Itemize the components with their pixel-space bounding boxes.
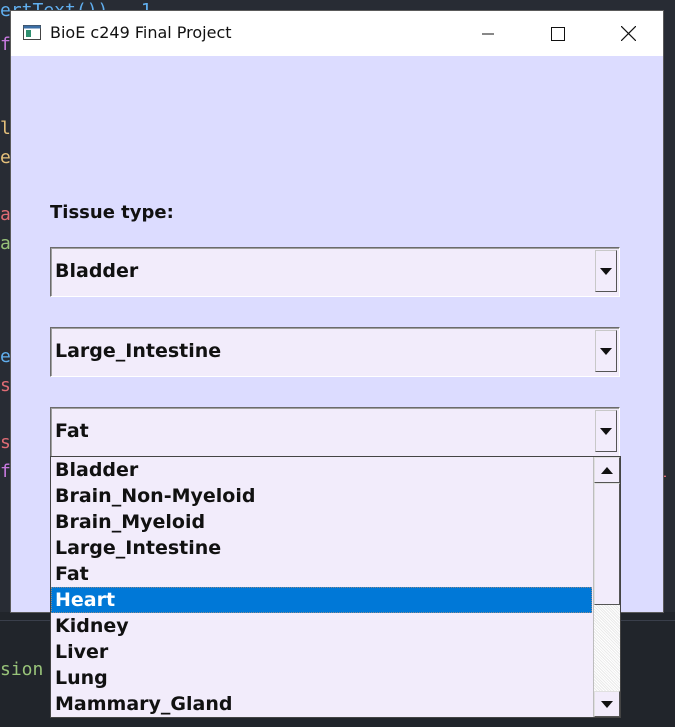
combo-dropdown-button[interactable] <box>595 410 617 452</box>
chevron-down-icon <box>601 700 613 708</box>
editor-fragment: f <box>0 34 11 55</box>
dropdown-option[interactable]: Brain_Non-Myeloid <box>51 483 592 509</box>
editor-fragment: s <box>0 375 11 396</box>
scroll-up-button[interactable] <box>594 457 620 483</box>
maximize-button[interactable] <box>523 11 593 56</box>
editor-fragment: a <box>0 233 11 254</box>
chevron-down-icon <box>600 347 612 355</box>
minimize-icon <box>482 33 494 34</box>
editor-fragment: l <box>0 118 11 139</box>
dropdown-option[interactable]: Large_Intestine <box>51 535 592 561</box>
combo-value: Bladder <box>55 260 139 282</box>
editor-fragment: a <box>0 204 11 225</box>
dropdown-scrollbar[interactable] <box>593 457 620 717</box>
chevron-up-icon <box>601 466 613 474</box>
app-window-icon <box>23 25 41 40</box>
dropdown-option[interactable]: Liver <box>51 639 592 665</box>
scroll-down-button[interactable] <box>594 691 620 717</box>
chevron-down-icon <box>600 427 612 435</box>
dropdown-option[interactable]: Fat <box>51 561 592 587</box>
maximize-icon <box>551 26 565 41</box>
editor-fragment: s <box>0 432 11 453</box>
dropdown-option-highlighted[interactable]: Heart <box>51 587 592 613</box>
tissue-type-label: Tissue type: <box>50 202 174 223</box>
combo-value: Large_Intestine <box>55 340 222 362</box>
close-icon <box>620 26 636 41</box>
tissue-combo-3[interactable]: Fat <box>50 407 620 457</box>
title-bar[interactable]: BioE c249 Final Project <box>11 11 663 56</box>
combo-dropdown-button[interactable] <box>595 250 617 292</box>
dropdown-option[interactable]: Mammary_Gland <box>51 691 592 717</box>
dropdown-option[interactable]: Kidney <box>51 613 592 639</box>
scrollbar-thumb[interactable] <box>594 483 620 605</box>
combo-value: Fat <box>55 420 89 442</box>
chevron-down-icon <box>600 267 612 275</box>
close-button[interactable] <box>593 11 663 56</box>
editor-fragment: e <box>0 346 11 367</box>
editor-fragment: sion <box>0 659 44 680</box>
dropdown-option[interactable]: Bladder <box>51 457 592 483</box>
editor-fragment: e <box>0 147 11 168</box>
dropdown-option[interactable]: Lung <box>51 665 592 691</box>
tissue-dropdown-list[interactable]: Bladder Brain_Non-Myeloid Brain_Myeloid … <box>50 456 621 718</box>
minimize-button[interactable] <box>453 11 523 56</box>
window-title: BioE c249 Final Project <box>50 23 232 42</box>
tissue-combo-1[interactable]: Bladder <box>50 247 620 297</box>
dropdown-option[interactable]: Brain_Myeloid <box>51 509 592 535</box>
editor-fragment: f <box>0 461 11 482</box>
combo-dropdown-button[interactable] <box>595 330 617 372</box>
tissue-combo-2[interactable]: Large_Intestine <box>50 327 620 377</box>
